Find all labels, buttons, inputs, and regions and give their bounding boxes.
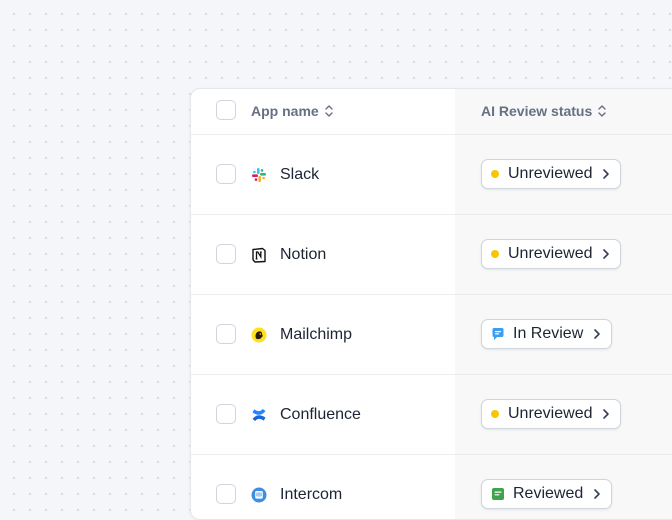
mailchimp-logo-icon (250, 326, 268, 344)
status-label: Unreviewed (508, 245, 593, 262)
chat-bubble-icon (491, 327, 505, 341)
chevron-right-icon (593, 488, 601, 500)
app-name-cell: Mailchimp (250, 324, 352, 346)
chevron-right-icon (602, 168, 610, 180)
chevron-right-icon (593, 328, 601, 340)
app-name[interactable]: Mailchimp (280, 326, 352, 344)
status-dot-icon (491, 250, 499, 258)
status-dropdown-button[interactable]: Reviewed (481, 479, 613, 509)
app-name[interactable]: Notion (280, 246, 326, 264)
table-row[interactable]: Slack Unreviewed (191, 135, 672, 215)
app-name-cell: Notion (250, 244, 326, 266)
row-checkbox[interactable] (216, 404, 236, 424)
app-name[interactable]: Intercom (280, 486, 342, 504)
app-name[interactable]: Slack (280, 166, 319, 184)
app-name-cell: Intercom (250, 484, 342, 506)
column-header-app-name[interactable]: App name (251, 103, 334, 119)
document-check-icon (491, 487, 505, 501)
app-name-cell: Slack (250, 164, 319, 186)
table-row[interactable]: Confluence Unreviewed (191, 375, 672, 455)
status-label: Reviewed (513, 485, 584, 502)
column-header-label: App name (251, 103, 319, 119)
column-header-label: AI Review status (481, 103, 593, 119)
status-dropdown-button[interactable]: Unreviewed (481, 399, 622, 429)
chevron-right-icon (602, 408, 610, 420)
sort-icon[interactable] (324, 104, 334, 118)
status-label: In Review (513, 325, 584, 342)
notion-logo-icon (250, 246, 268, 264)
status-dot-icon (491, 410, 499, 418)
status-label: Unreviewed (508, 165, 593, 182)
table-row[interactable]: Notion Unreviewed (191, 215, 672, 295)
row-checkbox[interactable] (216, 164, 236, 184)
slack-logo-icon (250, 166, 268, 184)
app-name[interactable]: Confluence (280, 406, 361, 424)
confluence-logo-icon (250, 406, 268, 424)
table-row[interactable]: Intercom Reviewed (191, 455, 672, 519)
apps-table: App name AI Review status Slack Unreview… (190, 88, 672, 520)
row-checkbox[interactable] (216, 484, 236, 504)
row-checkbox[interactable] (216, 244, 236, 264)
intercom-logo-icon (250, 486, 268, 504)
table-header: App name AI Review status (191, 89, 672, 135)
chevron-right-icon (602, 248, 610, 260)
status-dropdown-button[interactable]: In Review (481, 319, 613, 349)
status-dot-icon (491, 170, 499, 178)
status-dropdown-button[interactable]: Unreviewed (481, 159, 622, 189)
app-name-cell: Confluence (250, 404, 361, 426)
status-dropdown-button[interactable]: Unreviewed (481, 239, 622, 269)
column-header-ai-review-status[interactable]: AI Review status (481, 103, 607, 119)
row-checkbox[interactable] (216, 324, 236, 344)
table-row[interactable]: Mailchimp In Review (191, 295, 672, 375)
status-label: Unreviewed (508, 405, 593, 422)
sort-icon[interactable] (597, 104, 607, 118)
select-all-checkbox[interactable] (216, 100, 236, 120)
